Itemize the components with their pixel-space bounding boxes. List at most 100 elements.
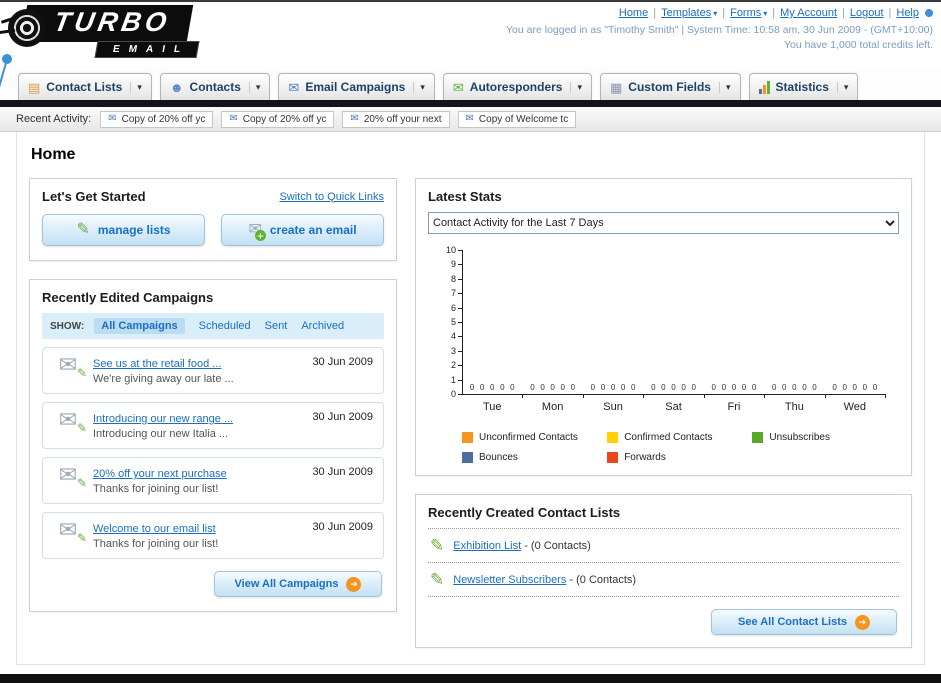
- bar-value-label: 0: [862, 383, 868, 392]
- view-all-campaigns-label: View All Campaigns: [234, 578, 339, 590]
- bar-value-label: 0: [812, 383, 817, 392]
- bar-value-label: 0: [711, 383, 716, 392]
- legend-swatch: [607, 452, 619, 463]
- y-axis-tick-label: 5: [450, 317, 456, 327]
- campaign-title-link[interactable]: Welcome to our email list: [93, 523, 216, 535]
- chevron-down-icon[interactable]: ▾: [248, 81, 260, 93]
- chevron-down-icon[interactable]: ▾: [130, 81, 142, 93]
- campaign-title-link[interactable]: 20% off your next purchase: [93, 468, 227, 480]
- show-label: SHOW:: [50, 320, 85, 332]
- campaign-filter-archived[interactable]: Archived: [301, 320, 344, 332]
- nav-tab-custom-fields[interactable]: ▦ Custom Fields ▾: [600, 73, 741, 100]
- recent-activity-item[interactable]: ✉ Copy of 20% off yc: [221, 110, 335, 128]
- bar-value-label: 0: [590, 383, 596, 392]
- stats-activity-select[interactable]: Contact Activity for the Last 7 Days: [428, 212, 899, 234]
- chevron-down-icon: ▾: [713, 9, 718, 18]
- y-axis-tick-label: 4: [450, 331, 456, 342]
- logo-swoosh-icon: [8, 9, 46, 47]
- x-axis-tick: [764, 394, 766, 398]
- decorative-dot: [925, 9, 933, 18]
- nav-tab-contacts[interactable]: ☻ Contacts ▾: [159, 73, 271, 100]
- contact-list-count: - (0 Contacts): [524, 539, 591, 552]
- campaign-row: ✉ ✎ See us at the retail food ... We're giv…: [42, 347, 384, 394]
- header-link-logout[interactable]: Logout: [850, 7, 884, 19]
- edit-list-icon: ✎: [430, 536, 445, 555]
- campaign-filter-scheduled[interactable]: Scheduled: [199, 320, 251, 332]
- campaign-date: 30 Jun 2009: [312, 356, 373, 368]
- campaign-filter-sent[interactable]: Sent: [265, 320, 288, 332]
- activity-item-label: Copy of 20% off yc: [121, 113, 206, 125]
- bar-value-label: 0: [721, 383, 727, 392]
- latest-stats-title: Latest Stats: [428, 189, 502, 204]
- logo-text-turbo: TURBO: [20, 5, 194, 42]
- campaign-text: Welcome to our email list Thanks for join…: [93, 519, 218, 550]
- contact-list-items: ✎ Exhibition List - (0 Contacts) ✎ Newslett…: [428, 529, 899, 597]
- campaign-title-link[interactable]: See us at the retail food ...: [93, 358, 221, 370]
- campaign-text: See us at the retail food ... We're givin…: [93, 354, 234, 385]
- bar-value-label: 0: [651, 383, 656, 392]
- x-axis-tick: [824, 394, 826, 398]
- recent-activity-item[interactable]: ✉ Copy of 20% off yc: [100, 110, 214, 128]
- header-link-label: Help: [896, 7, 919, 19]
- recent-activity-item[interactable]: ✉ Copy of Welcome tc: [457, 110, 577, 128]
- header-link-help[interactable]: Help: [896, 7, 919, 19]
- get-started-buttons: ✎ manage lists ✉ + create an email: [42, 214, 384, 246]
- bar-value-label: 0: [842, 383, 847, 392]
- manage-lists-button[interactable]: ✎ manage lists: [42, 214, 205, 246]
- get-started-panel: Let's Get Started Switch to Quick Links …: [29, 178, 397, 261]
- campaign-date: 30 Jun 2009: [312, 411, 373, 423]
- header-link-my-account[interactable]: My Account: [780, 7, 837, 19]
- campaign-filters: All Campaigns Scheduled Sent Archived: [94, 318, 344, 334]
- nav-tab-contact-lists[interactable]: ▤ Contact Lists ▾: [18, 73, 152, 100]
- divider-bar: [0, 100, 941, 107]
- page: TURBO EMAIL Home | Templates ▾ | Forms ▾ | My Ac…: [0, 2, 941, 683]
- chart-legend: Unconfirmed Contacts Confirmed Contacts Un…: [462, 432, 902, 463]
- nav-tab-autoresponders[interactable]: ✉ Autoresponders ▾: [442, 73, 592, 100]
- header-link-label: Forms: [730, 7, 762, 19]
- contact-list-row: ✎ Exhibition List - (0 Contacts): [428, 529, 899, 563]
- activity-email-icon: ✉: [465, 113, 474, 124]
- create-email-label: create an email: [269, 223, 357, 237]
- campaign-date: 30 Jun 2009: [312, 521, 373, 533]
- app-logo: TURBO EMAIL: [8, 5, 200, 58]
- campaign-title-link[interactable]: Introducing our new range ...: [93, 413, 233, 425]
- header-link-templates[interactable]: Templates ▾: [661, 7, 717, 19]
- bar-value-label: 0: [500, 383, 505, 392]
- legend-swatch: [607, 432, 619, 443]
- y-axis-tick-label: 10: [445, 245, 456, 255]
- nav-tab-label: Contacts: [189, 80, 241, 94]
- custom-fields-icon: ▦: [610, 79, 623, 95]
- main-content: Home Let's Get Started Switch to Quick L…: [16, 132, 925, 665]
- contact-list-count: - (0 Contacts): [569, 573, 637, 586]
- see-all-contact-lists-button[interactable]: See All Contact Lists ➔: [711, 609, 897, 635]
- y-axis-tick: [458, 322, 462, 323]
- header-link-label: My Account: [780, 7, 837, 19]
- create-email-button[interactable]: ✉ + create an email: [221, 214, 384, 246]
- contact-list-row: ✎ Newsletter Subscribers - (0 Contacts): [428, 563, 899, 597]
- campaign-filter-all-campaigns[interactable]: All Campaigns: [94, 318, 185, 334]
- header-link-home[interactable]: Home: [619, 7, 648, 19]
- nav-tab-statistics[interactable]: Statistics ▾: [748, 73, 859, 100]
- header-links: Home | Templates ▾ | Forms ▾ | My Account | Logout…: [506, 7, 933, 19]
- chevron-down-icon[interactable]: ▾: [836, 81, 848, 93]
- campaign-text: 20% off your next purchase Thanks for joi…: [93, 464, 227, 495]
- chevron-down-icon[interactable]: ▾: [718, 81, 731, 93]
- recent-activity-item[interactable]: ✉ 20% off your next: [342, 110, 450, 128]
- bar-value-label: 0: [631, 383, 636, 392]
- create-email-icon: ✉ +: [248, 221, 266, 243]
- bar-value-label: 0: [731, 383, 737, 392]
- header-link-label: Home: [618, 7, 649, 19]
- header-link-label: Logout: [849, 7, 884, 19]
- chevron-down-icon[interactable]: ▾: [570, 81, 582, 93]
- arrow-right-icon: ➔: [855, 614, 870, 630]
- activity-email-icon: ✉: [108, 113, 117, 124]
- y-axis-tick-label: 3: [450, 345, 456, 356]
- view-all-campaigns-button[interactable]: View All Campaigns ➔: [214, 571, 382, 597]
- chevron-down-icon[interactable]: ▾: [413, 81, 425, 93]
- header-link-forms[interactable]: Forms ▾: [730, 7, 767, 19]
- contact-list-link[interactable]: Newsletter Subscribers: [453, 574, 566, 586]
- nav-tab-email-campaigns[interactable]: ✉ Email Campaigns ▾: [278, 73, 435, 100]
- contact-list-link[interactable]: Exhibition List: [453, 540, 521, 552]
- switch-quick-links-link[interactable]: Switch to Quick Links: [279, 191, 384, 203]
- bar-value-label: 0: [782, 383, 787, 392]
